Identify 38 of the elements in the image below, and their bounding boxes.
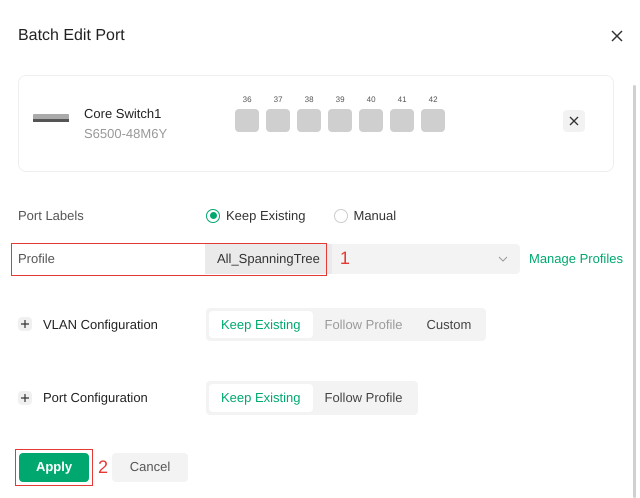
port-number: 40 — [366, 94, 376, 106]
close-icon[interactable] — [610, 29, 624, 43]
port-square[interactable] — [235, 109, 260, 132]
port-square[interactable] — [421, 109, 446, 132]
port-number: 39 — [336, 94, 345, 106]
radio-option[interactable]: Manual — [334, 206, 396, 226]
radio-option[interactable]: Keep Existing — [206, 206, 306, 226]
select-value: All_SpanningTree — [205, 244, 332, 274]
device-model: S6500-48M6Y — [84, 124, 168, 142]
port-number: 38 — [304, 94, 314, 106]
segment-option[interactable]: Follow Profile — [312, 384, 415, 412]
port-number: 36 — [242, 94, 252, 106]
switch-icon — [33, 114, 69, 122]
dialog-title: Batch Edit Port — [18, 26, 125, 46]
section-title: Port Configuration — [43, 389, 149, 407]
device-name: Core Switch1 — [84, 105, 162, 123]
chevron-down-icon — [498, 256, 508, 262]
scrollbar[interactable] — [633, 85, 636, 498]
port-number: 37 — [274, 94, 283, 106]
annotation-number: 1 — [340, 247, 350, 270]
profile-select[interactable]: All_SpanningTree 1 — [205, 244, 520, 274]
port-square[interactable] — [266, 109, 290, 132]
field-label: Port Labels — [18, 207, 85, 225]
port-number: 41 — [398, 94, 407, 106]
port-square[interactable] — [328, 109, 352, 132]
expand-icon[interactable] — [18, 390, 32, 405]
port-number: 42 — [428, 94, 438, 106]
segment-option[interactable]: Custom — [414, 310, 484, 338]
close-icon — [569, 116, 579, 126]
remove-button[interactable] — [563, 110, 585, 132]
section-title: VLAN Configuration — [43, 316, 159, 334]
port-square[interactable] — [390, 109, 414, 132]
annotation-number: 2 — [98, 456, 108, 478]
port-square[interactable] — [359, 109, 384, 132]
field-label: Profile — [18, 250, 56, 268]
expand-icon[interactable] — [18, 317, 32, 332]
cancel-button[interactable]: Cancel — [112, 452, 188, 482]
port-square[interactable] — [297, 109, 322, 132]
